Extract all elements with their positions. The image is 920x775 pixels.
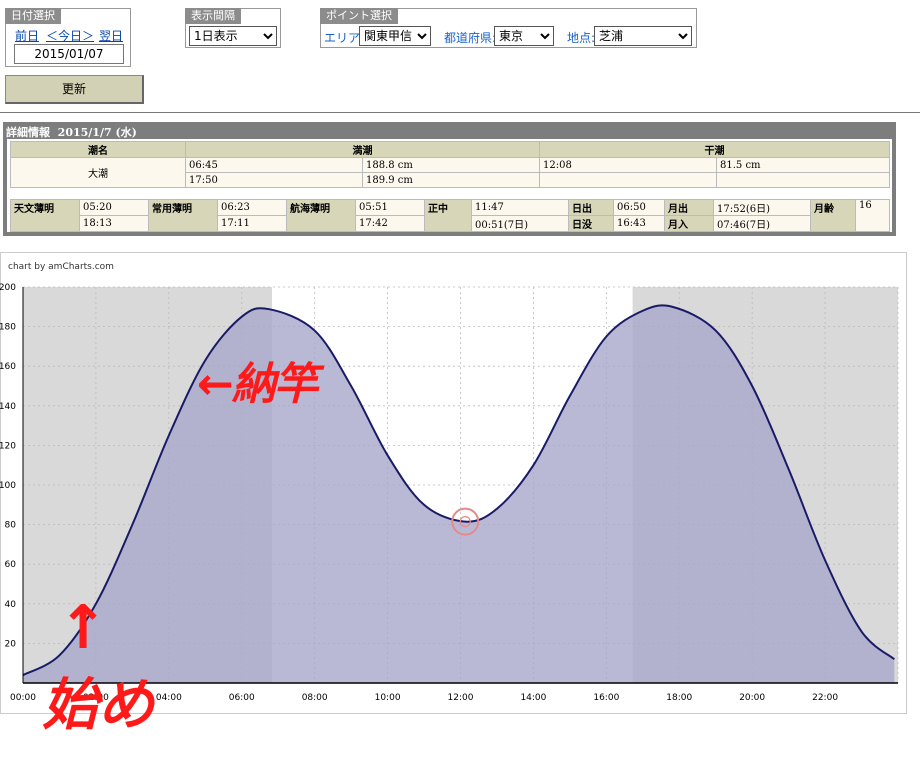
high-level-2: 189.9 cm [362, 172, 540, 188]
pref-select[interactable]: 東京 [494, 26, 554, 46]
low-level-2 [716, 172, 890, 188]
tide-table: 潮名 満潮 干潮 大潮 06:45 188.8 cm 12:08 81.5 cm… [10, 141, 890, 188]
date-field[interactable]: 2015/01/07 [14, 44, 124, 64]
sunset-label: 日没 [568, 215, 614, 232]
nautical-twilight-label: 航海薄明 [286, 199, 356, 232]
annotation-natto: ←納竿 [197, 359, 318, 410]
divider [0, 112, 920, 113]
low-tide-header: 干潮 [539, 141, 890, 158]
high-tide-header: 満潮 [185, 141, 540, 158]
moon-age-label: 月齢 [810, 199, 856, 232]
high-level-1: 188.8 cm [362, 157, 540, 173]
tide-chart-container: chart by amCharts.com [0, 252, 907, 714]
sunset-time: 16:43 [613, 215, 665, 232]
detail-date: 2015/1/7 (水) [57, 126, 137, 139]
civil-twilight-label: 常用薄明 [148, 199, 218, 232]
update-button[interactable]: 更新 [5, 75, 144, 104]
detail-body: 潮名 満潮 干潮 大潮 06:45 188.8 cm 12:08 81.5 cm… [7, 139, 892, 232]
detail-panel: 詳細情報 2015/1/7 (水) 潮名 満潮 干潮 大潮 06:45 188.… [3, 122, 896, 236]
transit-2: 00:51(7日) [471, 215, 569, 232]
astro-table: 天文薄明 05:20 常用薄明 06:23 航海薄明 05:51 正中 11:4… [10, 199, 890, 232]
civil-twilight-end: 17:11 [217, 215, 287, 232]
date-panel-title: 日付選択 [5, 8, 61, 24]
astro-twilight-start: 05:20 [79, 199, 149, 216]
tide-name-header: 潮名 [10, 141, 186, 158]
low-time-2 [539, 172, 717, 188]
tide-name: 大潮 [10, 157, 186, 188]
transit-label: 正中 [424, 199, 472, 232]
moonrise-time: 17:52(6日) [713, 199, 811, 216]
moonrise-label: 月出 [664, 199, 714, 216]
moon-age: 16 [855, 199, 890, 232]
sunrise-time: 06:50 [613, 199, 665, 216]
nautical-twilight-start: 05:51 [355, 199, 425, 216]
high-time-1: 06:45 [185, 157, 363, 173]
interval-select[interactable]: 1日表示 [189, 26, 277, 46]
annotation-arrow-up: ↑ [58, 593, 109, 663]
annotation-start: 始め [42, 673, 154, 738]
low-time-1: 12:08 [539, 157, 717, 173]
civil-twilight-start: 06:23 [217, 199, 287, 216]
chart-credit[interactable]: chart by amCharts.com [8, 262, 114, 272]
detail-title: 詳細情報 2015/1/7 (水) [6, 124, 137, 140]
spot-label: 地点: [567, 31, 596, 45]
pref-label: 都道府県: [444, 31, 497, 45]
interval-panel-title: 表示間隔 [185, 8, 241, 24]
today-link[interactable]: ＜今日＞ [46, 27, 94, 44]
date-panel: 日付選択 前日 ＜今日＞ 翌日 2015/01/07 [5, 8, 131, 67]
astro-twilight-label: 天文薄明 [10, 199, 80, 232]
sunrise-label: 日出 [568, 199, 614, 216]
nautical-twilight-end: 17:42 [355, 215, 425, 232]
transit-1: 11:47 [471, 199, 569, 216]
point-panel-title: ポイント選択 [320, 8, 398, 24]
detail-title-label: 詳細情報 [6, 126, 50, 139]
prev-day-link[interactable]: 前日 [15, 27, 39, 44]
point-panel: ポイント選択 エリア: 関東甲信 都道府県: 東京 地点: 芝浦 [320, 8, 697, 48]
spot-select[interactable]: 芝浦 [594, 26, 692, 46]
moonset-time: 07:46(7日) [713, 215, 811, 232]
next-day-link[interactable]: 翌日 [99, 27, 123, 44]
moonset-label: 月入 [664, 215, 714, 232]
area-select[interactable]: 関東甲信 [359, 26, 431, 46]
astro-twilight-end: 18:13 [79, 215, 149, 232]
interval-panel: 表示間隔 1日表示 [185, 8, 281, 48]
high-time-2: 17:50 [185, 172, 363, 188]
low-level-1: 81.5 cm [716, 157, 890, 173]
